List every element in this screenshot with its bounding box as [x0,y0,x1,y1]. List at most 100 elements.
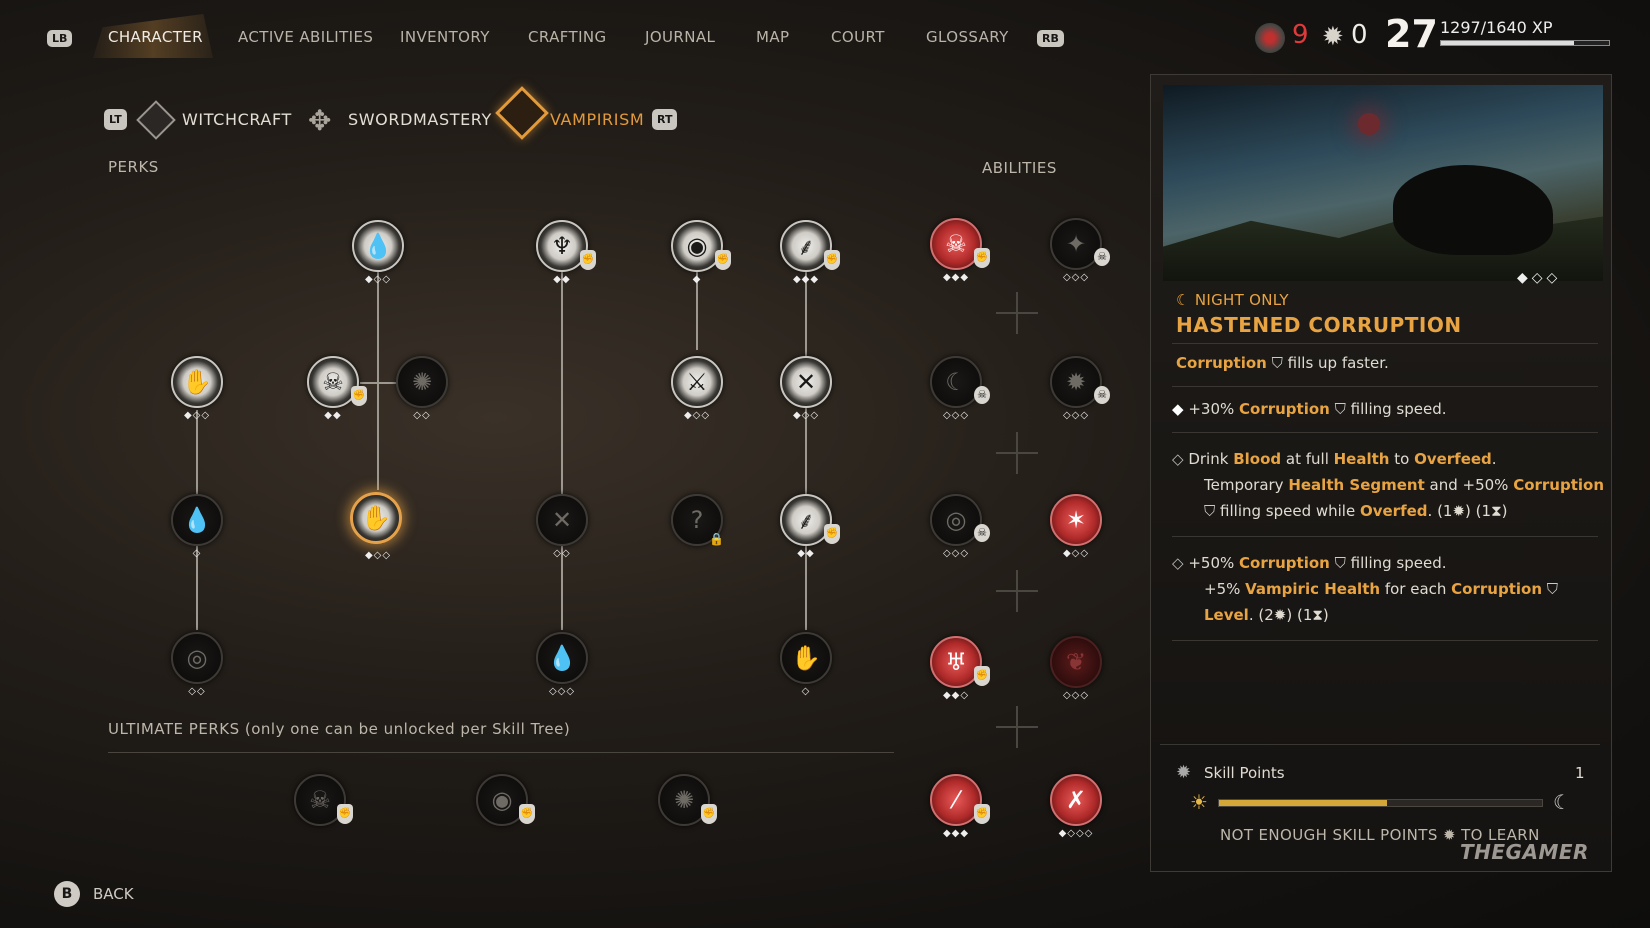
fist-icon: ⛉ [1334,400,1346,418]
divider [1172,343,1598,344]
tier-text: +5% [1204,580,1246,598]
tab-journal[interactable]: JOURNAL [645,28,715,46]
perk-node-blood-drop[interactable]: 💧 [352,220,404,272]
perk-node-claws[interactable]: ✕ [780,356,832,408]
rt-button[interactable]: RT [652,109,678,130]
fist-icon: ✊ [337,804,353,824]
fist-icon: ✊ [974,666,990,686]
preview-pager[interactable]: ◆◇◇ [1517,270,1561,286]
tab-swordmastery[interactable]: SWORDMASTERY [348,110,492,129]
skill-points-count: 0 [1351,20,1368,50]
fist-icon: ✊ [974,804,990,824]
preview-creature [1393,165,1553,255]
tier-3-diamond-icon: ◇ [1172,554,1184,572]
tab-vampirism[interactable]: VAMPIRISM [550,110,644,129]
ability-rank: ◆◇◇ [1062,548,1090,559]
tier-3: ◇ +50% Corruption ⛉ filling speed. +5% V… [1172,550,1558,628]
divider [1172,386,1598,387]
perk-node-drops-dark[interactable]: 💧 [171,494,223,546]
perk-rank: ◇ [192,548,202,559]
swordmastery-icon: ✥ [308,104,332,137]
level-keyword: Level [1204,606,1249,624]
fist-icon: ✊ [824,524,840,544]
perk-node-slashes[interactable]: ✕ [536,494,588,546]
ability-node-rend[interactable]: ✗ [1050,774,1102,826]
lb-button[interactable]: LB [47,30,73,47]
ability-node-heart[interactable]: ❦ [1050,636,1102,688]
perk-node-mark[interactable]: ◎ [171,632,223,684]
ability-node-wing[interactable]: ✦ [1050,218,1102,270]
perk-node-flame-hand[interactable]: ✋ [171,356,223,408]
night-only-label: NIGHT ONLY [1194,291,1289,309]
preview-image [1163,85,1603,281]
ability-rank: ◇◇◇ [942,410,970,421]
tier-text: Drink [1188,450,1234,468]
ability-rank: ◆◇◇◇ [1058,828,1094,839]
sun-icon: ☀ [1190,790,1208,814]
tab-map[interactable]: MAP [756,28,789,46]
tab-active-abilities[interactable]: ACTIVE ABILITIES [238,28,373,46]
back-button[interactable]: BACK [93,885,134,903]
perk-rank: ◇◇◇ [548,686,576,697]
cost-time: ) (1 [1286,606,1313,624]
tab-inventory[interactable]: INVENTORY [400,28,490,46]
preview-blood-moon [1358,113,1380,135]
hourglass-icon: ⧗ [1491,502,1502,520]
tab-character[interactable]: CHARACTER [108,28,203,46]
tab-court[interactable]: COURT [831,28,885,46]
cost-points: (2 [1253,606,1274,624]
cost-time: ) (1 [1465,502,1492,520]
skull-icon: ☠ [1094,386,1110,404]
thegamer-watermark: THEGAMER [1460,840,1589,864]
fist-icon: ✊ [519,804,535,824]
tier-text: filling speed. [1350,554,1447,572]
blood-keyword: Blood [1233,450,1282,468]
ability-node-leap[interactable]: ✶ [1050,494,1102,546]
ability-node-vortex[interactable]: ◎ [930,494,982,546]
tier-2-diamond-icon: ◇ [1172,450,1184,468]
tab-witchcraft[interactable]: WITCHCRAFT [182,110,292,129]
tree-connector [561,270,563,630]
lt-button[interactable]: LT [104,109,127,130]
xp-bar [1440,40,1610,46]
perk-node-beast-claw[interactable]: ✋ [780,632,832,684]
ability-grid-cross [996,432,1038,474]
perk-node-strike[interactable]: ⚔ [671,356,723,408]
ability-rank: ◇◇◇ [942,548,970,559]
divider [1172,432,1598,433]
tab-crafting[interactable]: CRAFTING [528,28,607,46]
hourglass-icon: ⧗ [1312,606,1323,624]
ability-node-shadow[interactable]: ☾ [930,356,982,408]
divider [1160,744,1600,745]
moon-icon: ☾ [1176,291,1195,309]
gear-icon: ✹ [1452,502,1466,520]
perk-node-drop-dark[interactable]: 💧 [536,632,588,684]
cost-points: (1 [1432,502,1453,520]
summary-text: fills up faster. [1287,354,1389,372]
perk-node-hastened-corruption[interactable]: ✋ [350,492,402,544]
tier-2: ◇ Drink Blood at full Health to Overfeed… [1172,446,1604,524]
rb-button[interactable]: RB [1037,30,1064,47]
tab-glossary[interactable]: GLOSSARY [926,28,1009,46]
tier-text: at full [1281,450,1334,468]
witchcraft-icon [136,100,176,140]
fist-icon: ✊ [824,250,840,270]
fist-icon: ✊ [715,250,731,270]
b-button-icon[interactable]: B [54,881,80,907]
skull-icon: ☠ [974,386,990,404]
ability-node-burst[interactable]: ✹ [1050,356,1102,408]
lock-icon: 🔒 [709,532,724,546]
player-level: 27 [1385,12,1438,56]
corruption-keyword: Corruption [1239,400,1330,418]
perk-rank: ◆◇◇ [364,550,392,561]
ability-rank: ◆◆◆ [942,272,970,283]
ability-grid-cross [996,570,1038,612]
fist-icon: ⛉ [1204,502,1221,520]
skull-icon: ☠ [1094,248,1110,266]
perk-rank: ◆◆◆ [792,274,820,285]
divider [1172,640,1598,641]
skill-point-gear-icon: ✹ [1176,762,1192,783]
tree-connector [377,270,379,490]
perk-node-burst[interactable]: ✺ [396,356,448,408]
tier-text: for each [1380,580,1452,598]
